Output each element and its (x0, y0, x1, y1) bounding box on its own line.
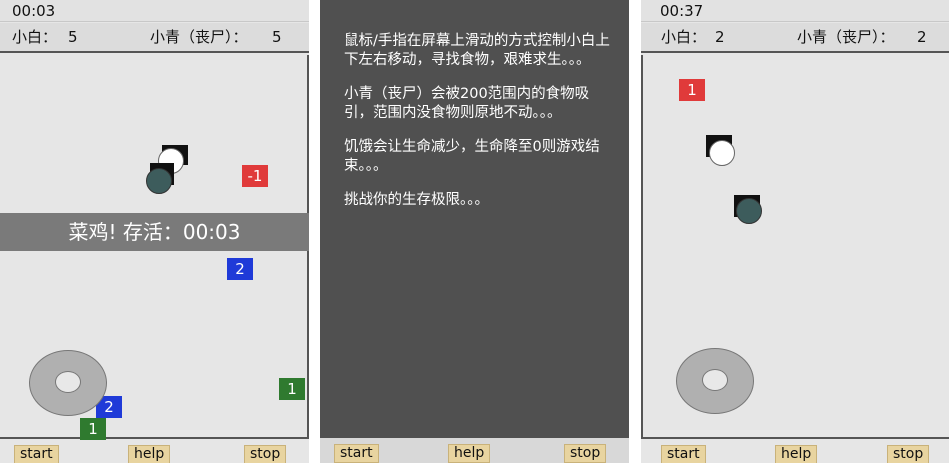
control-bar: start help stop (320, 438, 629, 463)
game-over-banner: 菜鸡! 存活：00:03 (0, 213, 309, 251)
stop-button[interactable]: stop (244, 445, 287, 463)
status-bar: 00:37 (641, 0, 949, 22)
help-button[interactable]: help (448, 444, 491, 463)
player-score-label: 小白： (12, 28, 58, 46)
zombie-score-value: 2 (917, 28, 927, 46)
help-button[interactable]: help (128, 445, 171, 463)
joystick[interactable] (29, 350, 107, 416)
food-item: 1 (80, 418, 106, 440)
score-bar: 小白： 5 小青（丧尸）： 5 (0, 23, 309, 53)
score-bar: 小白： 2 小青（丧尸）： 2 (641, 23, 949, 53)
player-xiaobai (709, 140, 735, 166)
start-button[interactable]: start (14, 445, 59, 463)
control-bar: start help stop (641, 441, 949, 463)
status-bar: 00:03 (0, 0, 309, 22)
player-score-value: 5 (68, 28, 78, 46)
stop-button[interactable]: stop (887, 445, 930, 463)
zombie-score-label: 小青（丧尸）： (797, 28, 895, 46)
joystick-knob[interactable] (55, 371, 81, 393)
food-item: -1 (242, 165, 268, 187)
zombie-score-label: 小青（丧尸）： (150, 28, 248, 46)
food-item: 2 (227, 258, 253, 280)
food-item: 1 (679, 79, 705, 101)
player-score-label: 小白： (661, 28, 707, 46)
help-button[interactable]: help (775, 445, 818, 463)
joystick-knob[interactable] (702, 369, 728, 391)
stop-button[interactable]: stop (564, 444, 607, 463)
help-paragraph: 鼠标/手指在屏幕上滑动的方式控制小白上下左右移动，寻找食物，艰难求生。。。 (344, 33, 610, 68)
start-button[interactable]: start (334, 444, 379, 463)
game-screen-left: 00:03 小白： 5 小青（丧尸）： 5 -1 2 2 1 1 菜鸡! 存活：… (0, 0, 309, 463)
game-screen-right: 00:37 小白： 2 小青（丧尸）： 2 1 start help stop (641, 0, 949, 463)
help-text: 鼠标/手指在屏幕上滑动的方式控制小白上下左右移动，寻找食物，艰难求生。。。 小青… (344, 32, 614, 225)
zombie-xiaoqing (736, 198, 762, 224)
zombie-score-value: 5 (272, 28, 282, 46)
zombie-xiaoqing (146, 168, 172, 194)
help-paragraph: 小青（丧尸）会被200范围内的食物吸引，范围内没食物则原地不动。。。 (344, 86, 590, 121)
control-bar: start help stop (0, 441, 309, 463)
play-area[interactable]: 1 (641, 55, 949, 439)
food-item: 1 (279, 378, 305, 400)
help-paragraph: 饥饿会让生命减少，生命降至0则游戏结束。。。 (344, 139, 600, 174)
start-button[interactable]: start (661, 445, 706, 463)
joystick[interactable] (676, 348, 754, 414)
help-screen: 鼠标/手指在屏幕上滑动的方式控制小白上下左右移动，寻找食物，艰难求生。。。 小青… (320, 0, 629, 463)
status-time: 00:37 (660, 2, 704, 20)
help-paragraph: 挑战你的生存极限。。。 (344, 192, 489, 208)
status-time: 00:03 (12, 2, 56, 20)
player-score-value: 2 (715, 28, 725, 46)
